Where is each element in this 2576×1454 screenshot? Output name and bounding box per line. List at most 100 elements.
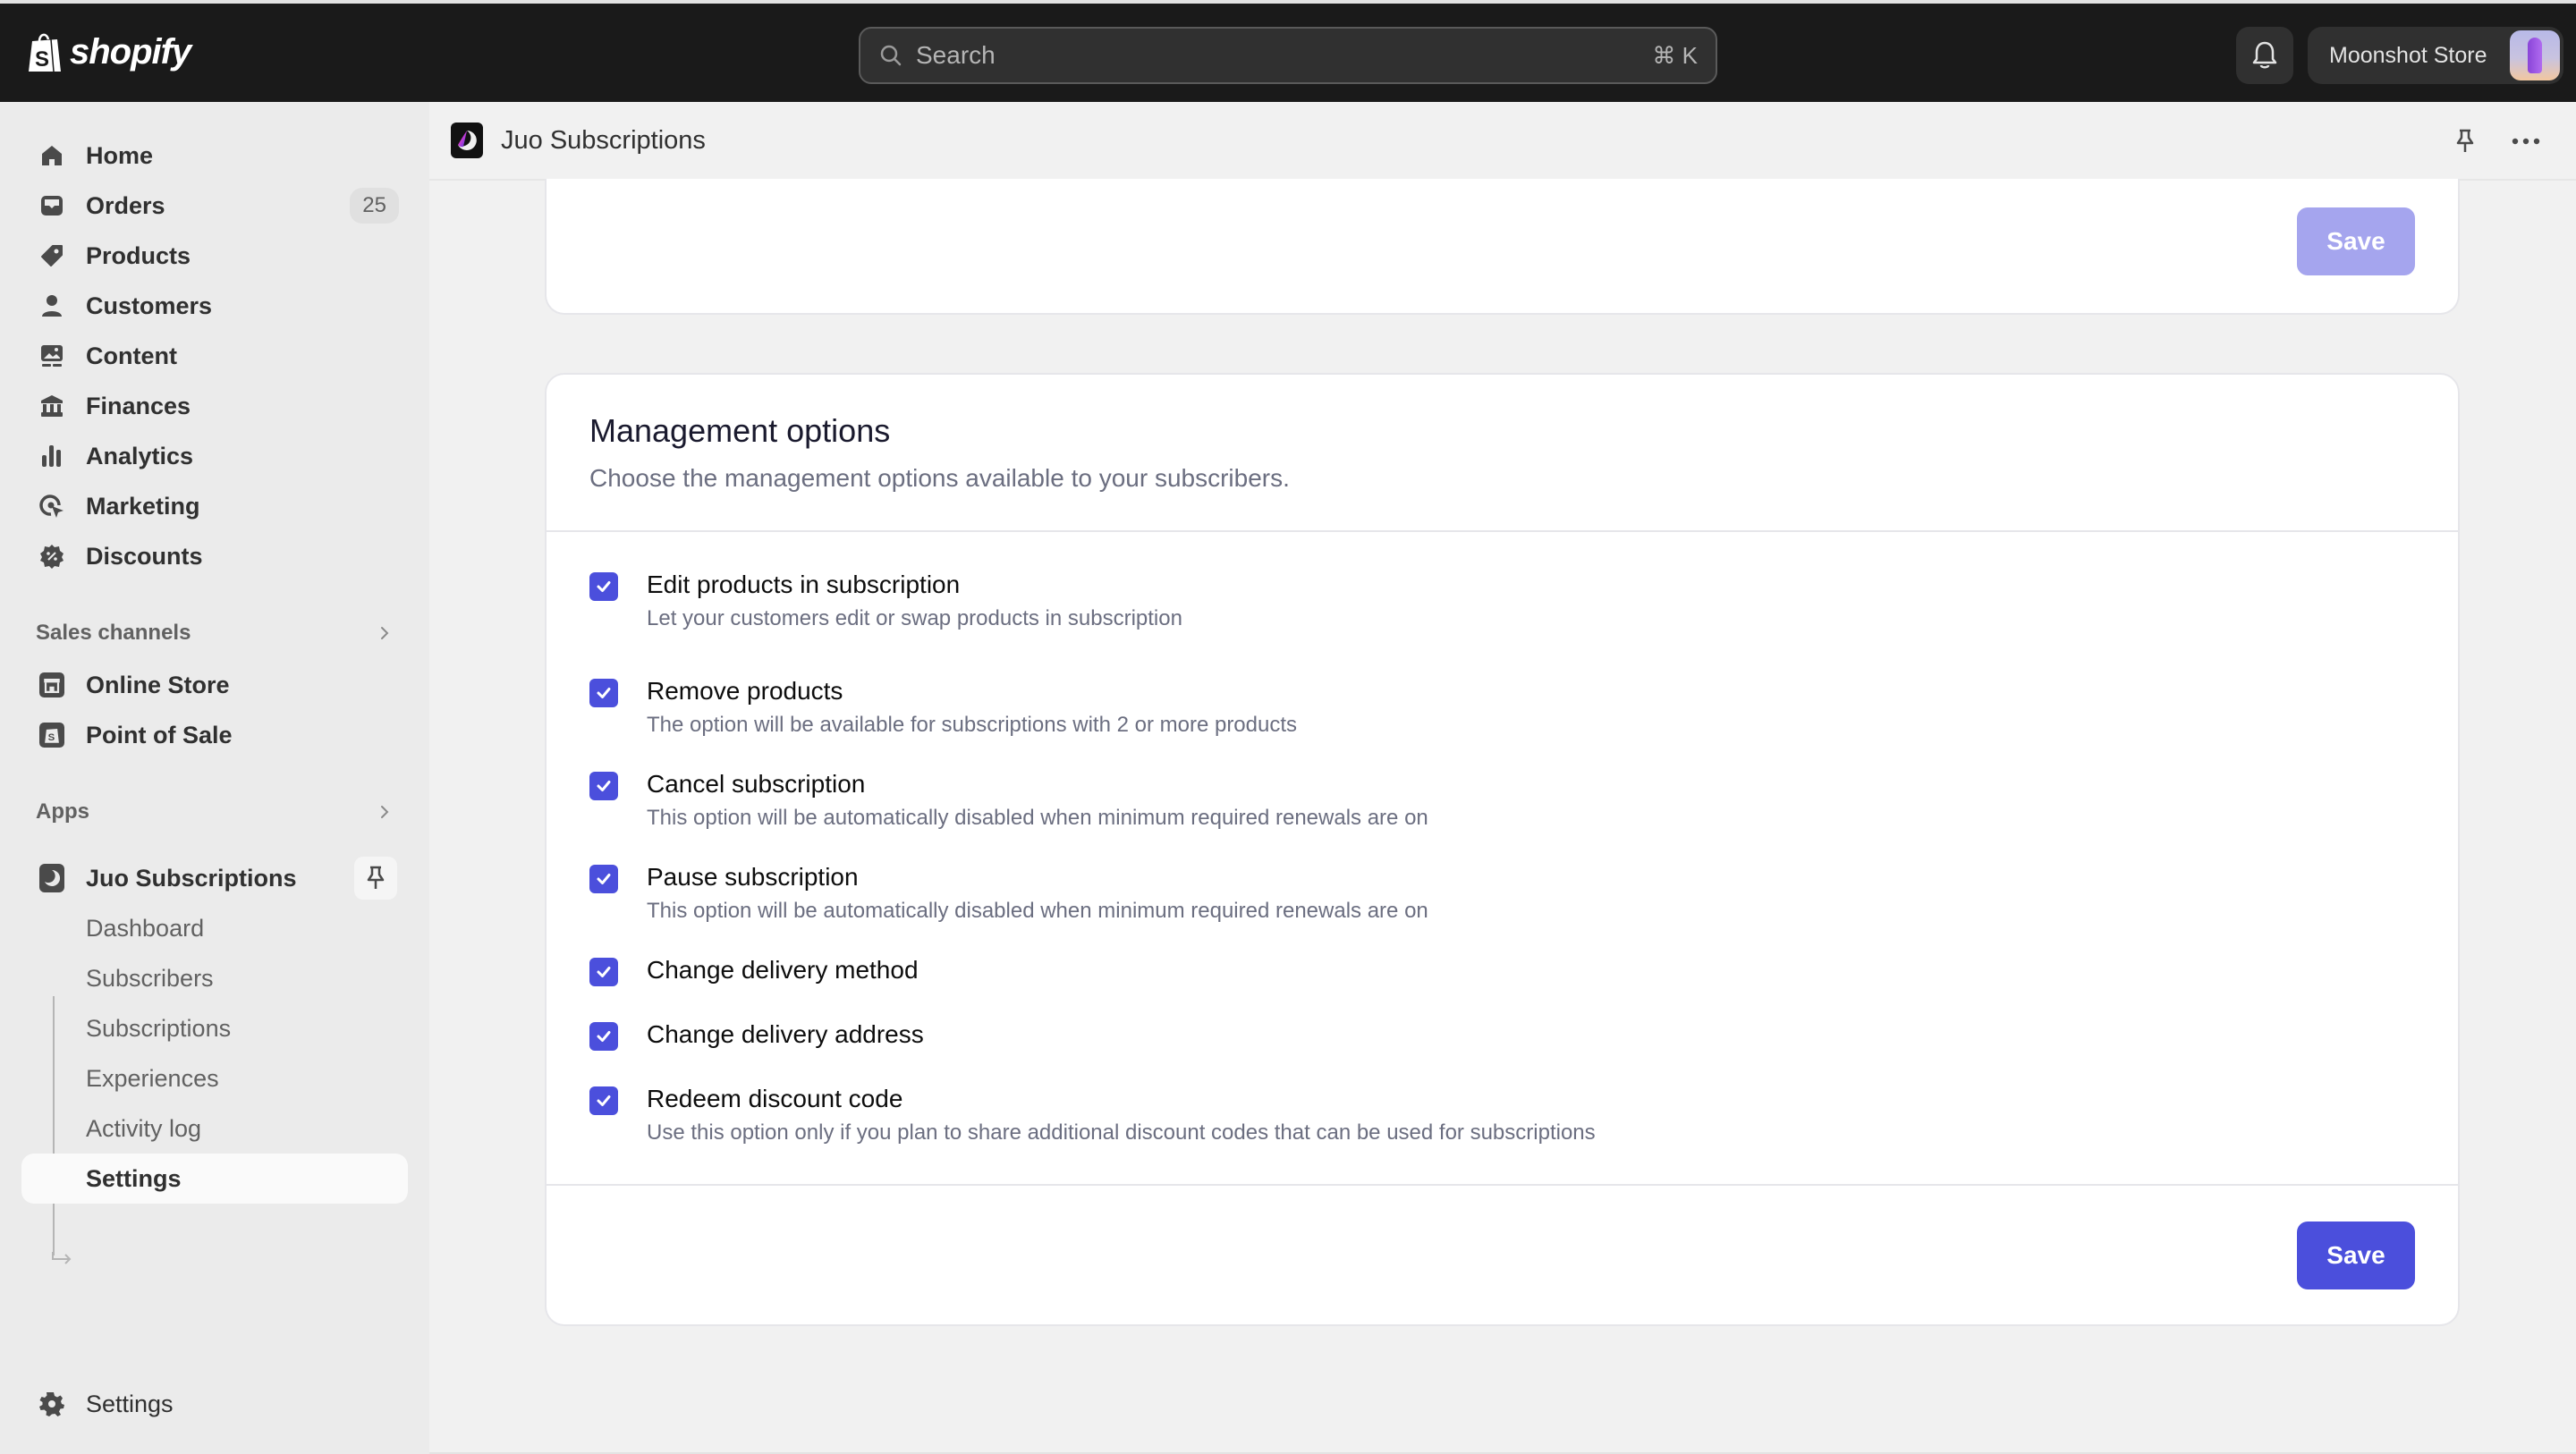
notifications-button[interactable] — [2236, 27, 2293, 84]
pos-icon: S — [39, 723, 64, 748]
sidebar-item-finances[interactable]: Finances — [21, 383, 408, 429]
sidebar-item-label: Point of Sale — [86, 721, 233, 748]
card-subtitle: Choose the management options available … — [589, 464, 1290, 492]
sidebar-subitem-subscriptions[interactable]: Subscriptions — [21, 1005, 408, 1052]
sidebar-item-settings[interactable]: Settings — [21, 1381, 408, 1427]
card-header: Management options Choose the management… — [547, 375, 2458, 532]
checkbox[interactable] — [589, 772, 618, 800]
checkbox[interactable] — [589, 1022, 618, 1051]
checkbox[interactable] — [589, 679, 618, 707]
sidebar-item-content[interactable]: Content — [21, 333, 408, 379]
bar-chart-icon — [39, 444, 64, 469]
checkbox[interactable] — [589, 572, 618, 601]
option-title: Cancel subscription — [647, 770, 866, 798]
option-description: Use this option only if you plan to shar… — [647, 1120, 1596, 1145]
save-button[interactable]: Save — [2297, 1222, 2415, 1289]
option-title: Redeem discount code — [647, 1085, 903, 1112]
sidebar-item-products[interactable]: Products — [21, 232, 408, 279]
search-input[interactable]: Search ⌘ K — [859, 27, 1717, 84]
sidebar-item-label: Discounts — [86, 542, 203, 570]
option-description: Let your customers edit or swap products… — [647, 606, 1182, 630]
pin-icon — [367, 866, 385, 889]
bell-icon — [2252, 41, 2277, 69]
save-button-disabled[interactable]: Save — [2297, 207, 2415, 275]
sidebar-item-label: Home — [86, 141, 154, 169]
home-icon — [39, 143, 64, 168]
tag-icon — [39, 243, 64, 268]
sidebar-subitem-activity-log[interactable]: Activity log — [21, 1105, 408, 1152]
sidebar-item-label: Juo Subscriptions — [86, 864, 297, 892]
checkbox[interactable] — [589, 958, 618, 986]
option-title: Change delivery address — [647, 1020, 924, 1048]
sidebar-item-label: Settings — [86, 1390, 174, 1417]
sidebar-item-point-of-sale[interactable]: S Point of Sale — [21, 712, 408, 758]
sidebar-item-analytics[interactable]: Analytics — [21, 433, 408, 479]
sales-channels-section[interactable]: Sales channels — [36, 615, 394, 651]
svg-text:S: S — [35, 47, 49, 72]
option-description: This option will be automatically disabl… — [647, 806, 1428, 830]
sales-channels-heading: Sales channels — [36, 621, 191, 645]
orders-icon — [39, 193, 64, 218]
checkbox[interactable] — [589, 865, 618, 893]
sidebar-subitem-experiences[interactable]: Experiences — [21, 1055, 408, 1102]
store-menu-button[interactable]: Moonshot Store — [2308, 27, 2563, 84]
sidebar-item-online-store[interactable]: Online Store — [21, 662, 408, 708]
sidebar-item-label: Dashboard — [86, 914, 205, 942]
checkbox[interactable] — [589, 1086, 618, 1115]
search-placeholder: Search — [916, 41, 996, 69]
shopify-logo[interactable]: S shopify — [27, 30, 191, 73]
ellipsis-icon — [2512, 138, 2540, 145]
sidebar-item-marketing[interactable]: Marketing — [21, 483, 408, 529]
tree-arrow-icon — [52, 1252, 72, 1264]
person-icon — [39, 293, 64, 318]
sidebar-item-label: Analytics — [86, 442, 194, 469]
search-icon — [880, 45, 902, 66]
app-title: Juo Subscriptions — [501, 125, 706, 155]
juo-logo-icon — [451, 123, 483, 158]
more-actions-button[interactable] — [2508, 123, 2544, 159]
discount-icon — [39, 544, 64, 569]
orders-count-badge: 25 — [350, 188, 399, 224]
sidebar-item-label: Online Store — [86, 671, 230, 698]
pin-app-button[interactable] — [354, 857, 397, 900]
brand-name: shopify — [70, 31, 191, 72]
sidebar-item-label: Finances — [86, 392, 191, 419]
target-icon — [39, 494, 64, 519]
sidebar-item-label: Experiences — [86, 1064, 219, 1092]
option-description: The option will be available for subscri… — [647, 713, 1298, 737]
check-icon — [597, 874, 611, 884]
sidebar-item-customers[interactable]: Customers — [21, 283, 408, 329]
sidebar-item-label: Content — [86, 342, 177, 369]
sidebar-item-label: Activity log — [86, 1114, 202, 1142]
sidebar-subitem-settings-active[interactable]: Settings — [21, 1154, 408, 1204]
check-icon — [597, 688, 611, 698]
chevron-right-icon — [381, 627, 389, 639]
juo-app-icon — [39, 864, 64, 892]
app-header: Juo Subscriptions — [429, 102, 2576, 181]
shopify-bag-icon: S — [29, 33, 61, 72]
sidebar-item-home[interactable]: Home — [21, 132, 408, 179]
apps-heading: Apps — [36, 799, 89, 824]
store-name: Moonshot Store — [2329, 42, 2487, 68]
chevron-right-icon — [381, 806, 389, 818]
card-title: Management options — [589, 412, 891, 449]
bank-icon — [39, 393, 64, 418]
sidebar-item-orders[interactable]: Orders 25 — [21, 182, 408, 229]
sidebar-subitem-subscribers[interactable]: Subscribers — [21, 955, 408, 1002]
sidebar-subitem-dashboard[interactable]: Dashboard — [21, 905, 408, 951]
option-title: Pause subscription — [647, 863, 859, 891]
sidebar-item-juo-subscriptions[interactable]: Juo Subscriptions — [21, 855, 408, 901]
sidebar-item-discounts[interactable]: Discounts — [21, 533, 408, 579]
sidebar-item-label: Products — [86, 241, 191, 269]
sidebar: Home Orders 25 Products Customers Conten… — [0, 102, 429, 1454]
check-icon — [597, 967, 611, 977]
search-shortcut: ⌘ K — [1652, 41, 1698, 69]
sidebar-item-label: Orders — [86, 191, 165, 219]
pin-button[interactable] — [2447, 123, 2483, 159]
sidebar-item-label: Subscribers — [86, 964, 214, 992]
sidebar-item-label: Settings — [86, 1164, 182, 1192]
pin-icon — [2456, 129, 2474, 152]
apps-section[interactable]: Apps — [36, 794, 394, 830]
svg-text:S: S — [48, 732, 55, 743]
check-icon — [597, 781, 611, 791]
